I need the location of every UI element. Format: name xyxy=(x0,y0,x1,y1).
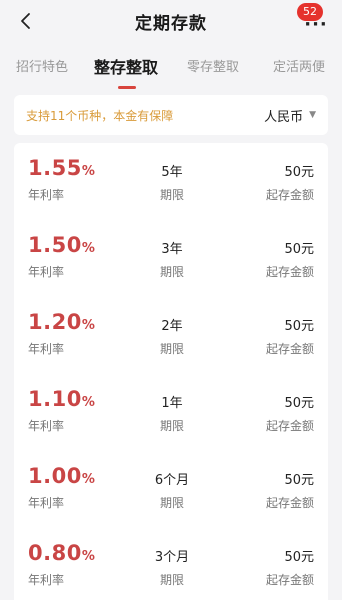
notice-text: 支持11个币种，本金有保障 xyxy=(26,108,174,123)
min-amount-value: 50元 xyxy=(284,319,314,334)
product-row[interactable]: 1.00% 年利率 6个月 期限 50元 起存金额 xyxy=(14,451,328,528)
tab-flexible[interactable]: 定活两便 xyxy=(273,56,325,75)
min-amount-value: 50元 xyxy=(284,165,314,180)
percent-sign: % xyxy=(81,549,96,564)
term-value: 2年 xyxy=(161,319,183,334)
chevron-left-icon xyxy=(21,13,30,29)
term-label: 期限 xyxy=(159,496,184,510)
percent-sign: % xyxy=(81,472,96,487)
term-label: 期限 xyxy=(159,188,184,202)
rate-value: 1.00% xyxy=(28,464,96,488)
rate-label: 年利率 xyxy=(28,496,65,510)
min-amount-label: 起存金额 xyxy=(265,265,314,279)
tab-lump-sum[interactable]: 整存整取 xyxy=(94,54,158,78)
rate-value: 1.55% xyxy=(28,156,96,180)
page-title: 定期存款 xyxy=(135,13,207,34)
rate-value: 1.10% xyxy=(28,387,96,411)
term-label: 期限 xyxy=(159,265,184,279)
term-label: 期限 xyxy=(159,419,184,433)
term-value: 1年 xyxy=(161,396,183,411)
min-amount-label: 起存金额 xyxy=(265,188,314,202)
term-value: 6个月 xyxy=(154,473,190,488)
currency-label: 人民币 xyxy=(264,109,304,125)
rate-label: 年利率 xyxy=(28,265,65,279)
product-row[interactable]: 1.20% 年利率 2年 期限 50元 起存金额 xyxy=(14,297,328,374)
min-amount-label: 起存金额 xyxy=(265,342,314,356)
term-label: 期限 xyxy=(159,573,184,587)
caret-down-icon: ▼ xyxy=(309,110,316,120)
notification-badge: 52 xyxy=(297,3,323,21)
term-value: 5年 xyxy=(161,165,183,180)
tab-bar: 招行特色 整存整取 零存整取 定活两便 xyxy=(0,46,342,90)
term-value: 3年 xyxy=(161,242,183,257)
percent-sign: % xyxy=(81,395,96,410)
min-amount-value: 50元 xyxy=(284,396,314,411)
active-tab-indicator xyxy=(118,86,136,89)
product-row[interactable]: 0.80% 年利率 3个月 期限 50元 起存金额 xyxy=(14,528,328,600)
product-row[interactable]: 1.10% 年利率 1年 期限 50元 起存金额 xyxy=(14,374,328,451)
min-amount-label: 起存金额 xyxy=(265,573,314,587)
rate-label: 年利率 xyxy=(28,342,65,356)
rate-label: 年利率 xyxy=(28,573,65,587)
term-value: 3个月 xyxy=(154,550,190,565)
min-amount-value: 50元 xyxy=(284,473,314,488)
min-amount-value: 50元 xyxy=(284,550,314,565)
tab-installment[interactable]: 零存整取 xyxy=(187,56,239,75)
notice-bar: 支持11个币种，本金有保障 人民币 ▼ xyxy=(14,95,328,135)
min-amount-value: 50元 xyxy=(284,242,314,257)
product-row[interactable]: 1.50% 年利率 3年 期限 50元 起存金额 xyxy=(14,220,328,297)
percent-sign: % xyxy=(81,318,96,333)
rate-value: 1.20% xyxy=(28,310,96,334)
currency-select[interactable]: 人民币 ▼ xyxy=(264,106,316,125)
percent-sign: % xyxy=(81,241,96,256)
nav-header: 定期存款 ··· 52 xyxy=(0,0,342,42)
product-row[interactable]: 1.55% 年利率 5年 期限 50元 起存金额 xyxy=(14,143,328,220)
back-button[interactable] xyxy=(14,9,38,33)
percent-sign: % xyxy=(81,164,96,179)
product-list: 1.55% 年利率 5年 期限 50元 起存金额 1.50% 年利率 3年 期限… xyxy=(14,143,328,600)
tab-zhaohang-special[interactable]: 招行特色 xyxy=(16,56,68,75)
min-amount-label: 起存金额 xyxy=(265,419,314,433)
rate-value: 0.80% xyxy=(28,541,96,565)
rate-label: 年利率 xyxy=(28,188,65,202)
rate-value: 1.50% xyxy=(28,233,96,257)
min-amount-label: 起存金额 xyxy=(265,496,314,510)
term-label: 期限 xyxy=(159,342,184,356)
rate-label: 年利率 xyxy=(28,419,65,433)
